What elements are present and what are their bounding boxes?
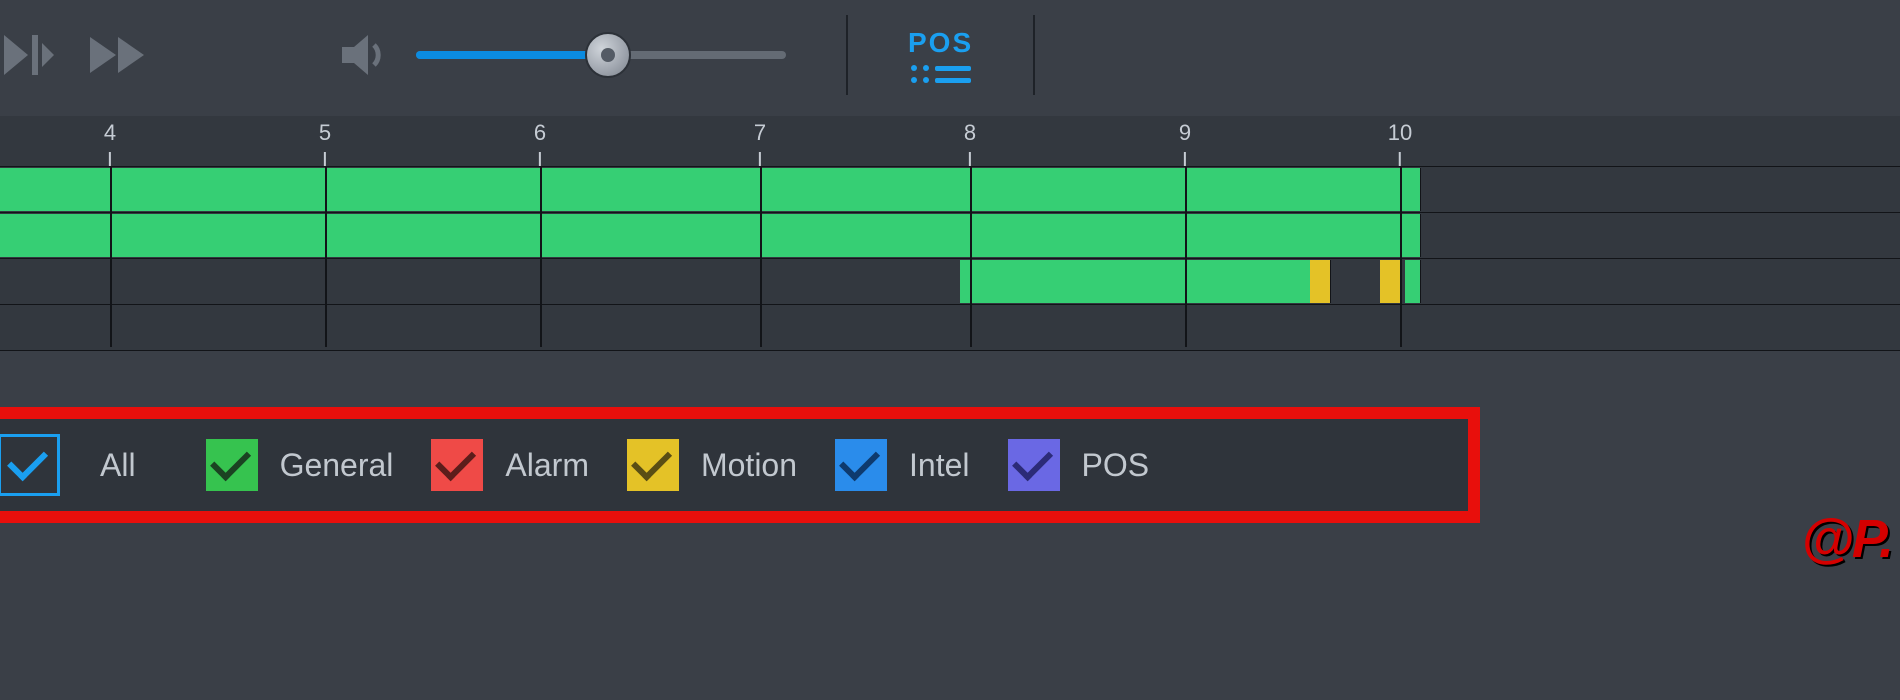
filter-item-alarm: Alarm [431,439,589,491]
volume-button[interactable] [336,27,392,83]
track-area[interactable] [0,167,1900,347]
volume-slider-thumb[interactable] [585,32,631,78]
filter-all-checkbox[interactable] [0,434,60,496]
timeline: 4 5 6 7 8 9 10 [0,116,1900,347]
filter-item-motion: Motion [627,439,797,491]
filter-label: General [280,447,394,484]
ruler-mark: 4 [104,120,116,166]
step-forward-button[interactable] [0,25,56,85]
pos-list-icon [911,65,971,83]
filter-item-pos: POS [1008,439,1150,491]
filter-checkbox-motion[interactable] [627,439,679,491]
spacer [0,347,1900,407]
filter-item-general: General [206,439,394,491]
filter-label: Intel [909,447,969,484]
grid-line [1185,167,1187,347]
grid-line [325,167,327,347]
filter-label: POS [1082,447,1150,484]
volume-slider[interactable] [416,51,786,59]
timeline-track[interactable] [0,213,1900,259]
volume-control [336,27,786,83]
toolbar-divider [1033,15,1035,95]
filter-checkbox-intel[interactable] [835,439,887,491]
recording-clip[interactable] [1380,260,1401,303]
ruler-mark: 8 [964,120,976,166]
grid-line [540,167,542,347]
fast-forward-icon [86,25,156,85]
recording-clip[interactable] [1320,260,1331,303]
recording-clip[interactable] [1100,260,1311,303]
grid-line [1400,167,1402,347]
record-type-filter: All General Alarm Motion Intel POS [0,407,1480,523]
filter-checkbox-alarm[interactable] [431,439,483,491]
ruler-mark: 6 [534,120,546,166]
step-forward-icon [0,25,56,85]
check-icon [435,440,476,481]
check-icon [839,440,880,481]
filter-label: Motion [701,447,797,484]
playback-toolbar: POS [0,0,1900,110]
grid-line [970,167,972,347]
recording-clip[interactable] [0,214,1421,257]
recording-clip[interactable] [960,260,1101,303]
timeline-track[interactable] [0,167,1900,213]
recording-clip[interactable] [1405,260,1421,303]
check-icon [631,440,672,481]
toolbar-divider [846,15,848,95]
speaker-icon [336,27,392,83]
pos-overlay-button[interactable]: POS [908,27,973,83]
fast-forward-button[interactable] [86,25,156,85]
timeline-track[interactable] [0,305,1900,351]
filter-checkbox-general[interactable] [206,439,258,491]
filter-all-label: All [100,447,136,484]
timeline-track[interactable] [0,259,1900,305]
time-ruler[interactable]: 4 5 6 7 8 9 10 [0,116,1900,167]
volume-slider-fill [416,51,608,59]
check-icon [1012,440,1053,481]
ruler-mark: 9 [1179,120,1191,166]
filter-label: Alarm [505,447,589,484]
ruler-mark: 5 [319,120,331,166]
filter-item-intel: Intel [835,439,969,491]
check-icon [7,440,48,481]
check-icon [210,440,251,481]
ruler-mark: 10 [1388,120,1412,166]
recording-clip[interactable] [0,168,1421,211]
grid-line [110,167,112,347]
grid-line [760,167,762,347]
ruler-mark: 7 [754,120,766,166]
filter-checkbox-pos[interactable] [1008,439,1060,491]
watermark-logo: @P. [1801,508,1892,570]
pos-label: POS [908,27,973,59]
